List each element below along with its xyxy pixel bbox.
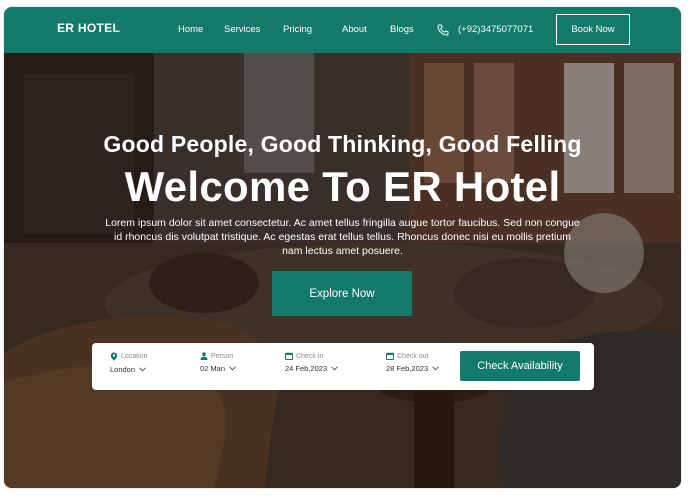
hero-headline: Welcome To ER Hotel <box>124 163 561 210</box>
booking-bar: Location London Person 02 Man Check in 2… <box>92 343 594 390</box>
chevron-down-icon <box>139 367 146 372</box>
explore-now-button[interactable]: Explore Now <box>272 271 412 316</box>
hero-paragraph: Lorem ipsum dolor sit amet consectetur. … <box>105 217 580 257</box>
nav-link-pricing[interactable]: Pricing <box>283 24 312 35</box>
phone-icon <box>437 23 449 36</box>
check-out-field[interactable]: Check out 28 Feb,2023 <box>386 352 439 373</box>
check-out-value: 28 Feb,2023 <box>386 364 429 373</box>
location-pin-icon <box>110 352 118 361</box>
nav-link-home[interactable]: Home <box>178 24 203 35</box>
check-in-label: Check in <box>296 352 324 360</box>
phone-number[interactable]: (+92)3475077071 <box>458 24 533 35</box>
location-label: Location <box>121 353 148 360</box>
calendar-icon <box>386 352 394 360</box>
person-icon <box>200 352 208 360</box>
calendar-icon <box>285 352 293 360</box>
nav-link-about[interactable]: About <box>342 24 367 35</box>
chevron-down-icon <box>331 366 338 371</box>
check-in-value: 24 Feb,2023 <box>285 364 328 373</box>
hero-section: Good People, Good Thinking, Good Felling… <box>4 53 681 488</box>
check-in-field[interactable]: Check in 24 Feb,2023 <box>285 352 338 373</box>
person-label: Person <box>211 352 234 360</box>
person-field[interactable]: Person 02 Man <box>200 352 236 373</box>
navbar: ER HOTEL Home Services Pricing About Blo… <box>4 7 681 53</box>
chevron-down-icon <box>432 366 439 371</box>
book-now-button[interactable]: Book Now <box>556 14 630 45</box>
nav-link-services[interactable]: Services <box>224 24 260 35</box>
page-frame: Good People, Good Thinking, Good Felling… <box>4 7 681 488</box>
check-out-label: Check out <box>397 352 429 360</box>
check-availability-button[interactable]: Check Availability <box>460 351 580 381</box>
hero-tagline: Good People, Good Thinking, Good Felling <box>103 131 582 157</box>
brand-logo[interactable]: ER HOTEL <box>57 21 120 35</box>
nav-link-blogs[interactable]: Blogs <box>390 24 414 35</box>
location-value: London <box>110 365 136 374</box>
chevron-down-icon <box>229 366 236 371</box>
location-field[interactable]: Location London <box>110 352 147 374</box>
person-value: 02 Man <box>200 364 226 373</box>
